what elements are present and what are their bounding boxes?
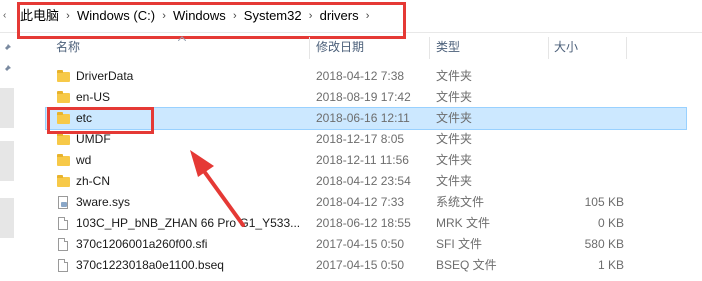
file-date-modified: 2018-12-17 8:05 [316, 132, 405, 146]
chevron-right-icon[interactable]: › [304, 3, 318, 29]
file-date-modified: 2018-08-19 17:42 [316, 90, 411, 104]
file-name: UMDF [76, 132, 111, 146]
file-size [551, 108, 624, 129]
chevron-left-icon[interactable]: ‹ [3, 9, 13, 23]
file-size [551, 66, 624, 87]
file-size [551, 171, 624, 192]
file-name: wd [76, 153, 92, 167]
file-type: 文件夹 [436, 69, 473, 83]
file-size: 1 KB [597, 258, 624, 272]
file-icon [57, 259, 71, 272]
chevron-right-icon[interactable]: › [61, 3, 75, 29]
folder-icon [57, 154, 71, 167]
file-date-modified: 2017-04-15 0:50 [316, 258, 405, 272]
system-file-icon [57, 196, 71, 209]
file-date-modified: 2018-06-16 12:11 [316, 111, 410, 125]
file-name: 103C_HP_bNB_ZHAN 66 Pro G1_Y533... [76, 216, 301, 230]
folder-icon [57, 133, 71, 146]
file-type: 文件夹 [436, 153, 473, 167]
navigation-pane-edge [0, 33, 14, 281]
file-date-modified: 2018-04-12 23:54 [316, 174, 411, 188]
file-type: 文件夹 [436, 174, 473, 188]
file-row[interactable]: 103C_HP_bNB_ZHAN 66 Pro G1_Y533... 2018-0… [46, 213, 686, 234]
column-divider[interactable] [429, 37, 430, 59]
column-header-date[interactable]: 修改日期 [316, 33, 364, 61]
file-type: 系统文件 [436, 195, 485, 209]
file-row[interactable]: 3ware.sys 2018-04-12 7:33 系统文件 105 KB [46, 192, 686, 213]
column-header-type[interactable]: 类型 [436, 33, 460, 61]
chevron-right-icon[interactable]: › [361, 3, 375, 29]
file-type: 文件夹 [436, 132, 473, 146]
file-row[interactable]: 370c1206001a260f00.sfi 2017-04-15 0:50 SFI… [46, 234, 686, 255]
breadcrumb-item-this-pc[interactable]: 此电脑 [18, 3, 61, 29]
file-size [551, 87, 624, 108]
blurred-nav-item [0, 88, 14, 128]
breadcrumb-item-system32[interactable]: System32 [242, 3, 304, 29]
file-icon [57, 217, 71, 230]
breadcrumb: 此电脑 › Windows (C:) › Windows › System32 … [18, 3, 375, 29]
file-name: etc [76, 111, 93, 125]
file-row[interactable]: zh-CN 2018-04-12 23:54 文件夹 [46, 171, 686, 192]
file-size [551, 150, 624, 171]
file-type: 文件夹 [436, 111, 473, 125]
blurred-nav-item [0, 198, 14, 238]
address-bar[interactable]: ‹ 此电脑 › Windows (C:) › Windows › System3… [0, 0, 702, 33]
column-header-row: 名称 修改日期 类型 大小 [46, 33, 686, 61]
file-name: 370c1206001a260f00.sfi [76, 237, 208, 251]
folder-icon [57, 112, 71, 125]
folder-icon [57, 70, 71, 83]
file-size [551, 129, 624, 150]
file-name: en-US [76, 90, 111, 104]
pin-icon[interactable] [3, 44, 11, 52]
column-divider[interactable] [548, 37, 549, 59]
blurred-nav-item [0, 141, 14, 181]
file-size: 0 KB [597, 216, 624, 230]
file-name: zh-CN [76, 174, 111, 188]
file-name: 3ware.sys [76, 195, 131, 209]
file-row[interactable]: 370c1223018a0e1100.bseq 2017-04-15 0:50 BS… [46, 255, 686, 276]
breadcrumb-item-windows[interactable]: Windows [171, 3, 228, 29]
file-type: MRK 文件 [436, 216, 491, 230]
file-list: DriverData 2018-04-12 7:38 文件夹 en-US 2018-08… [45, 66, 687, 276]
file-type: 文件夹 [436, 90, 473, 104]
file-type: BSEQ 文件 [436, 258, 497, 272]
chevron-right-icon[interactable]: › [228, 3, 242, 29]
file-date-modified: 2018-06-12 18:55 [316, 216, 411, 230]
file-size: 580 KB [584, 237, 624, 251]
file-row[interactable]: etc 2018-06-16 12:11 文件夹 [45, 107, 687, 130]
column-divider[interactable] [309, 37, 310, 59]
file-type: SFI 文件 [436, 237, 483, 251]
folder-icon [57, 175, 71, 188]
file-date-modified: 2018-04-12 7:38 [316, 69, 405, 83]
chevron-right-icon[interactable]: › [157, 3, 171, 29]
column-divider[interactable] [626, 37, 627, 59]
file-row[interactable]: DriverData 2018-04-12 7:38 文件夹 [46, 66, 686, 87]
column-header-size[interactable]: 大小 [554, 33, 578, 61]
file-row[interactable]: UMDF 2018-12-17 8:05 文件夹 [46, 129, 686, 150]
file-name: DriverData [76, 69, 134, 83]
breadcrumb-item-drivers[interactable]: drivers [318, 3, 361, 29]
file-size: 105 KB [584, 195, 624, 209]
file-date-modified: 2018-04-12 7:33 [316, 195, 405, 209]
breadcrumb-item-drive-c[interactable]: Windows (C:) [75, 3, 157, 29]
file-date-modified: 2018-12-11 11:56 [316, 153, 409, 167]
folder-icon [57, 91, 71, 104]
pin-icon[interactable] [3, 65, 11, 73]
file-icon [57, 238, 71, 251]
file-row[interactable]: en-US 2018-08-19 17:42 文件夹 [46, 87, 686, 108]
file-name: 370c1223018a0e1100.bseq [76, 258, 224, 272]
file-row[interactable]: wd 2018-12-11 11:56 文件夹 [46, 150, 686, 171]
file-date-modified: 2017-04-15 0:50 [316, 237, 405, 251]
column-header-name[interactable]: 名称 [56, 33, 80, 61]
